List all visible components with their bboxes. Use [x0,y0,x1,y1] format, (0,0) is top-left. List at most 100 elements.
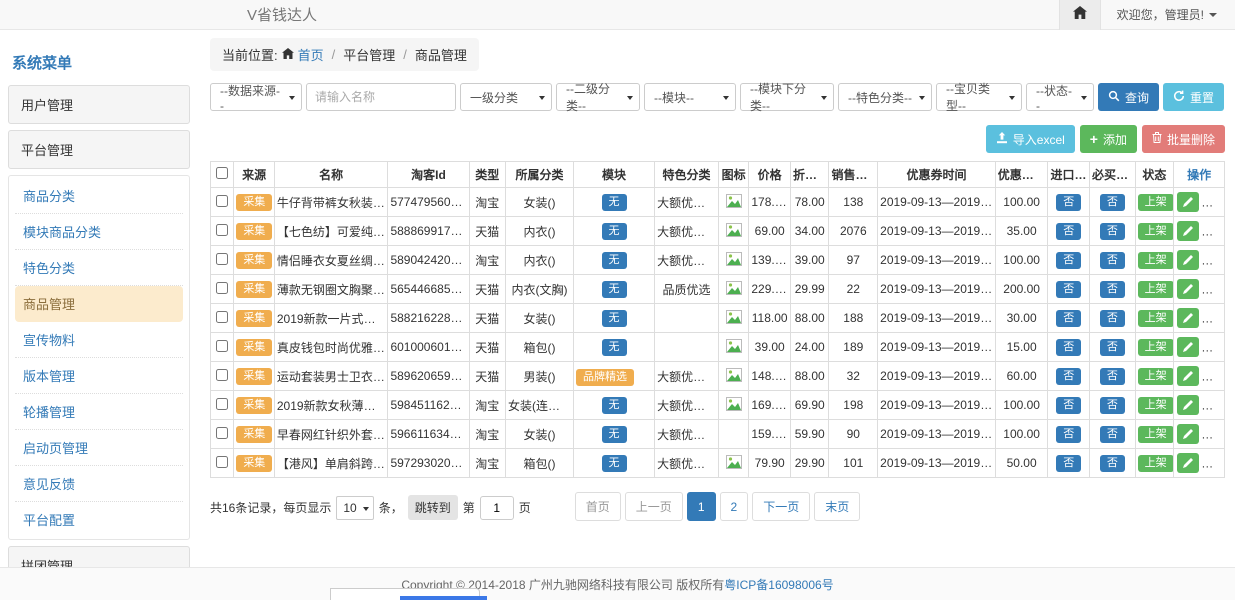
imported-toggle[interactable]: 否 [1056,426,1081,443]
sidebar-subitem[interactable]: 特色分类 [15,250,183,286]
reset-button[interactable]: 重置 [1163,83,1224,111]
sidebar-subitem[interactable]: 意见反馈 [15,466,183,502]
mustbuy-toggle[interactable]: 否 [1100,252,1125,269]
module-subcategory-select[interactable]: --模块下分类-- [740,83,834,111]
edit-button[interactable] [1177,250,1199,270]
edit-button[interactable] [1177,192,1199,212]
row-checkbox[interactable] [216,224,228,236]
page-next-button[interactable]: 下一页 [752,492,810,521]
mustbuy-toggle[interactable]: 否 [1100,339,1125,356]
page-first-button[interactable]: 首页 [575,492,621,521]
mustbuy-toggle[interactable]: 否 [1100,426,1125,443]
jump-page-input[interactable] [480,496,514,520]
home-button[interactable] [1059,0,1101,30]
add-button[interactable]: + 添加 [1080,125,1137,153]
table-cell [211,188,234,217]
mustbuy-toggle[interactable]: 否 [1100,397,1125,414]
status-toggle[interactable]: 上架 [1138,339,1174,356]
edit-button[interactable] [1177,453,1199,473]
app-title: V省钱达人 [247,4,317,25]
imported-toggle[interactable]: 否 [1056,368,1081,385]
table-cell [211,333,234,362]
jump-button[interactable]: 跳转到 [408,495,458,520]
status-toggle[interactable]: 上架 [1138,368,1174,385]
row-checkbox[interactable] [216,282,228,294]
sidebar-subitem[interactable]: 版本管理 [15,358,183,394]
icp-link[interactable]: 粤ICP备16098006号 [724,576,833,593]
feature-category-select[interactable]: --特色分类-- [838,83,932,111]
page-1-button[interactable]: 1 [687,492,716,521]
status-toggle[interactable]: 上架 [1138,426,1174,443]
sidebar-group[interactable]: 拼团管理 [8,546,190,567]
mustbuy-toggle[interactable]: 否 [1100,368,1125,385]
table-cell [211,217,234,246]
per-page-select[interactable]: 10 [336,496,373,520]
sidebar-subitem[interactable]: 平台配置 [15,502,183,537]
imported-toggle[interactable]: 否 [1056,194,1081,211]
page-prev-button[interactable]: 上一页 [625,492,683,521]
sidebar-subitem[interactable]: 模块商品分类 [15,214,183,250]
row-checkbox[interactable] [216,195,228,207]
level1-category-select[interactable]: 一级分类 [460,83,552,111]
batch-delete-button[interactable]: 批量删除 [1142,125,1225,153]
status-select[interactable]: --状态-- [1026,83,1094,111]
status-toggle[interactable]: 上架 [1138,223,1174,240]
edit-button[interactable] [1177,337,1199,357]
edit-button[interactable] [1177,279,1199,299]
imported-toggle[interactable]: 否 [1056,281,1081,298]
row-checkbox[interactable] [216,398,228,410]
mustbuy-toggle[interactable]: 否 [1100,194,1125,211]
imported-toggle[interactable]: 否 [1056,223,1081,240]
row-checkbox[interactable] [216,311,228,323]
product-image-icon [726,313,742,327]
mustbuy-toggle[interactable]: 否 [1100,310,1125,327]
edit-button[interactable] [1177,221,1199,241]
sidebar-subitem[interactable]: 宣传物料 [15,322,183,358]
reset-button-label: 重置 [1190,89,1214,106]
level2-category-select[interactable]: --二级分类-- [556,83,640,111]
name-input[interactable] [306,83,456,111]
item-type-select[interactable]: --宝贝类型-- [936,83,1022,111]
sidebar-subitem[interactable]: 轮播管理 [15,394,183,430]
edit-button[interactable] [1177,424,1199,444]
edit-button[interactable] [1177,366,1199,386]
sales-count: 101 [829,449,878,478]
row-checkbox[interactable] [216,340,228,352]
user-menu[interactable]: 欢迎您，管理员! [1117,6,1217,23]
mustbuy-toggle[interactable]: 否 [1100,455,1125,472]
status-toggle[interactable]: 上架 [1138,310,1174,327]
imported-toggle[interactable]: 否 [1056,310,1081,327]
module-select[interactable]: --模块-- [644,83,736,111]
sidebar-subitem[interactable]: 商品分类 [15,178,183,214]
page-last-button[interactable]: 末页 [814,492,860,521]
row-checkbox[interactable] [216,427,228,439]
imported-toggle[interactable]: 否 [1056,397,1081,414]
row-checkbox[interactable] [216,369,228,381]
sidebar-subitem-active[interactable]: 商品管理 [15,286,183,322]
status-toggle[interactable]: 上架 [1138,455,1174,472]
status-toggle[interactable]: 上架 [1138,194,1174,211]
status-toggle[interactable]: 上架 [1138,252,1174,269]
table-cell: 无 [573,246,654,275]
imported-toggle[interactable]: 否 [1056,455,1081,472]
sidebar-group-platform[interactable]: 平台管理 [8,130,190,169]
row-checkbox[interactable] [216,456,228,468]
module-badge: 无 [602,397,627,414]
page-2-button[interactable]: 2 [720,492,749,521]
edit-button[interactable] [1177,395,1199,415]
status-toggle[interactable]: 上架 [1138,281,1174,298]
breadcrumb-home-link[interactable]: 首页 [298,45,324,64]
row-checkbox[interactable] [216,253,228,265]
imported-toggle[interactable]: 否 [1056,252,1081,269]
query-button[interactable]: 查询 [1098,83,1159,111]
mustbuy-toggle[interactable]: 否 [1100,223,1125,240]
imported-toggle[interactable]: 否 [1056,339,1081,356]
mustbuy-toggle[interactable]: 否 [1100,281,1125,298]
data-source-select[interactable]: --数据来源-- [210,83,302,111]
status-toggle[interactable]: 上架 [1138,397,1174,414]
sidebar-subitem[interactable]: 启动页管理 [15,430,183,466]
select-all-checkbox[interactable] [216,167,228,179]
edit-button[interactable] [1177,308,1199,328]
sidebar-group-users[interactable]: 用户管理 [8,85,190,124]
import-excel-button[interactable]: 导入excel [986,125,1075,153]
